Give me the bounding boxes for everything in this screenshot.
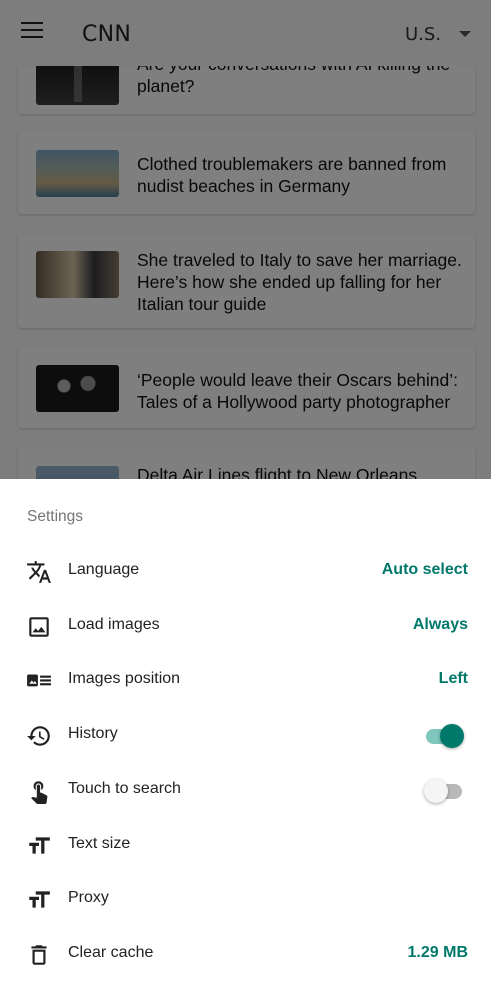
setting-label: History: [68, 725, 118, 742]
text-size-icon: [29, 837, 50, 854]
setting-label: Images position: [68, 670, 181, 687]
image-position-icon: [27, 674, 51, 687]
settings-sheet: Settings Language Auto select Load image…: [0, 479, 491, 986]
settings-title: Settings: [27, 508, 84, 525]
setting-proxy[interactable]: Proxy: [0, 872, 491, 926]
delete-icon: [31, 945, 47, 965]
setting-text-size[interactable]: Text size: [0, 818, 491, 872]
setting-value: Left: [438, 670, 468, 687]
text-size-icon: [29, 891, 50, 908]
setting-history[interactable]: History: [0, 708, 491, 762]
history-icon: [27, 726, 50, 746]
toggle-knob: [424, 779, 448, 803]
setting-load-images[interactable]: Load images Always: [0, 599, 491, 653]
setting-value: Auto select: [381, 561, 468, 578]
toggle-knob: [440, 724, 464, 748]
setting-label: Clear cache: [68, 944, 154, 961]
setting-label: Load images: [68, 616, 160, 633]
image-icon: [29, 617, 49, 637]
setting-images-position[interactable]: Images position Left: [0, 653, 491, 707]
setting-label: Language: [68, 561, 140, 578]
setting-clear-cache[interactable]: Clear cache 1.29 MB: [0, 927, 491, 981]
setting-touch-to-search[interactable]: Touch to search: [0, 763, 491, 817]
setting-label: Proxy: [68, 889, 109, 906]
history-toggle[interactable]: [426, 723, 464, 749]
setting-value: Always: [412, 616, 468, 633]
cache-size-value: 1.29 MB: [407, 944, 468, 961]
setting-label: Text size: [68, 835, 131, 852]
touch-icon: [31, 781, 48, 804]
setting-language[interactable]: Language Auto select: [0, 544, 491, 598]
touch-to-search-toggle[interactable]: [424, 778, 464, 804]
translate-icon: [27, 561, 51, 583]
setting-label: Touch to search: [68, 780, 181, 797]
